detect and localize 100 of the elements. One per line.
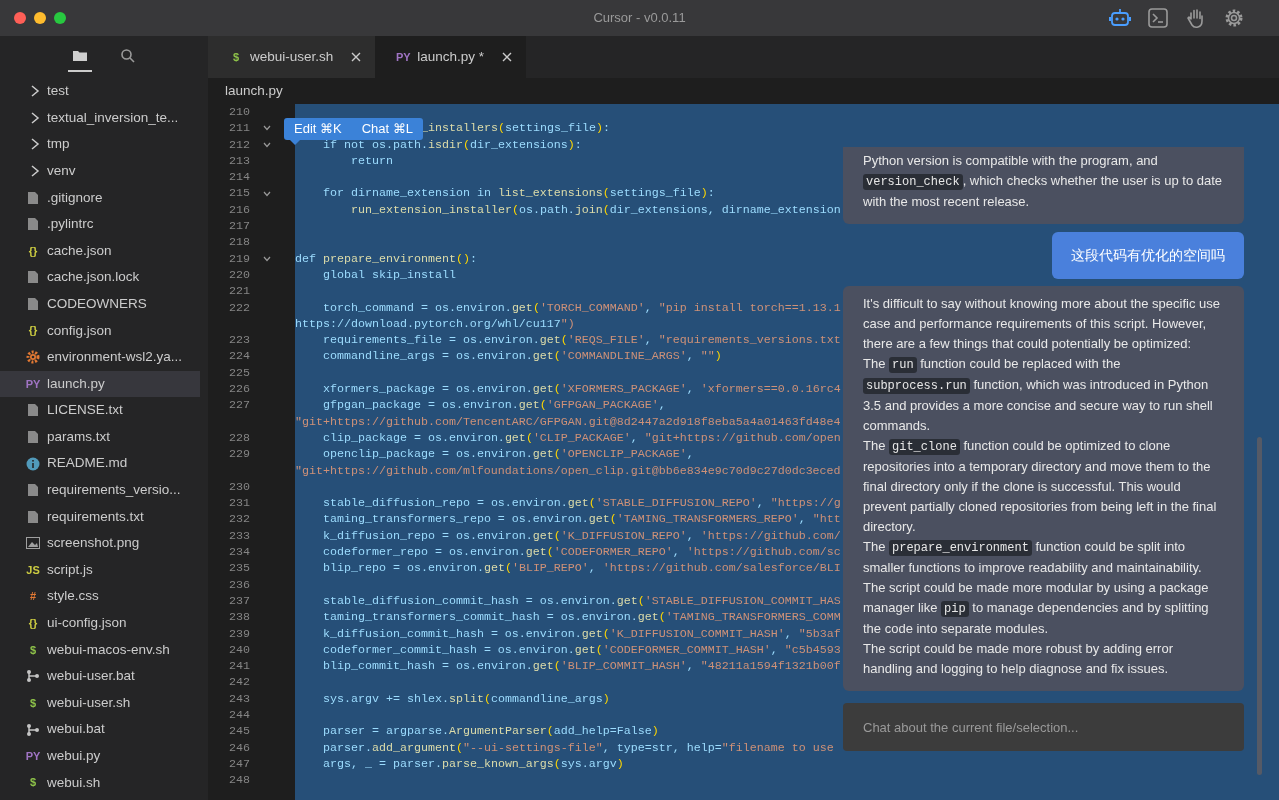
folder-icon — [72, 48, 88, 64]
file-tree-item[interactable]: PY webui.py — [0, 742, 200, 770]
file-tree-item[interactable]: $ webui-user.sh — [0, 689, 200, 717]
branch-icon — [26, 669, 40, 684]
line-number: 238 — [228, 609, 250, 626]
file-name: webui-macos-env.sh — [47, 640, 170, 659]
file-tree-item[interactable]: .pylintrc — [0, 210, 200, 238]
line-number: 223 — [228, 332, 250, 349]
code-line: run_extension_installer(os.path.join(dir_extensions, dirname_extension — [351, 202, 841, 217]
file-tree-item[interactable]: requirements.txt — [0, 503, 200, 531]
line-number: 211 — [228, 120, 250, 137]
code-line: clip_package = os.environ.get('CLIP_PACKAGE', "git+https://github.com/open — [323, 430, 841, 445]
file-tree-item[interactable]: $ webui-macos-env.sh — [0, 636, 200, 664]
line-number: 217 — [228, 218, 250, 235]
file-tree-item[interactable]: environment-wsl2.ya... — [0, 343, 200, 371]
close-icon[interactable] — [351, 52, 362, 62]
chat-input[interactable]: Chat about the current file/selection... — [843, 703, 1244, 751]
terminal-icon[interactable] — [1147, 7, 1169, 29]
file-type-icon: {} — [25, 614, 41, 632]
code-line: https://download.pytorch.org/whl/cu117") — [295, 316, 575, 331]
editor-tab[interactable]: $ webui-user.sh — [208, 36, 376, 78]
code-line: args, _ = parser.parse_known_args(sys.argv) — [323, 756, 624, 771]
code-line: _installers(settings_file): — [421, 121, 610, 136]
branch-icon — [26, 722, 40, 737]
line-number: 236 — [228, 576, 250, 593]
chevron-right-icon — [30, 85, 40, 98]
file-tree-item[interactable]: PY launch.py — [0, 370, 200, 398]
breadcrumb[interactable]: launch.py — [225, 80, 283, 102]
window-title: Cursor - v0.0.11 — [592, 9, 687, 28]
file-name: screenshot.png — [47, 534, 140, 553]
code-line: codeformer_commit_hash = os.environ.get('CODEFORMER_COMMIT_HASH', "c5b4593 — [323, 642, 841, 657]
line-number: 213 — [228, 152, 250, 170]
line-number: 229 — [228, 446, 250, 463]
file-icon — [27, 403, 39, 418]
file-type-icon: {} — [25, 242, 41, 260]
file-icon — [27, 190, 39, 205]
file-tree-item[interactable]: {} ui-config.json — [0, 609, 200, 637]
file-name: tmp — [47, 135, 70, 154]
chevron-right-icon — [30, 138, 40, 151]
robot-icon[interactable] — [1109, 7, 1131, 29]
file-name: CODEOWNERS — [47, 294, 147, 313]
scrollbar-thumb[interactable] — [1257, 437, 1262, 775]
code-line: "git+https://github.com/mlfoundations/open_clip.git@bb6e834e9c70d9c27d0dc3eced — [295, 463, 841, 478]
file-tree-item[interactable]: webui-user.bat — [0, 663, 200, 690]
message-paragraph: It's difficult to say without knowing more about the specific use case and performance requirements of this script. However, there are a few things that could potentially be optimized: — [863, 295, 1222, 353]
file-icon — [27, 217, 39, 232]
file-name: webui.bat — [47, 720, 105, 739]
file-tree-item[interactable]: webui.bat — [0, 716, 200, 743]
line-number: 218 — [228, 234, 250, 251]
file-icon — [27, 430, 39, 444]
file-tree-item[interactable]: {} config.json — [0, 317, 200, 344]
file-tree-item[interactable]: README.md — [0, 450, 200, 477]
file-tree-item[interactable]: params.txt — [0, 423, 200, 451]
line-number: 242 — [228, 674, 250, 691]
file-tree-item[interactable]: {} cache.json — [0, 237, 200, 265]
line-number: 227 — [228, 397, 250, 414]
file-name: requirements.txt — [47, 507, 144, 526]
file-type-icon: $ — [25, 694, 41, 712]
line-number: 224 — [228, 348, 250, 365]
close-icon[interactable] — [502, 52, 513, 62]
image-icon — [26, 537, 40, 550]
fold-chevron-icon[interactable] — [263, 141, 271, 148]
file-tree-item[interactable]: tmp — [0, 131, 200, 158]
file-type-icon: # — [25, 588, 41, 605]
file-tree-item[interactable]: # style.css — [0, 583, 200, 610]
file-tree-item[interactable]: venv — [0, 157, 200, 185]
file-tree-item[interactable]: .gitignore — [0, 184, 200, 211]
window-control-icon — [54, 12, 66, 24]
popup-button[interactable]: Edit ⌘K — [284, 118, 352, 140]
file-name: test — [47, 82, 69, 101]
line-number: 243 — [228, 690, 250, 707]
file-tree-item[interactable]: cache.json.lock — [0, 264, 200, 291]
line-number: 234 — [228, 544, 250, 561]
line-number: 241 — [228, 658, 250, 675]
file-tree-item[interactable]: $ webui.sh — [0, 769, 200, 797]
line-number: 221 — [228, 283, 250, 300]
file-tree-item[interactable]: requirements_versio... — [0, 476, 200, 504]
code-line: sys.argv += shlex.split(commandline_args) — [323, 691, 610, 706]
file-tree-item[interactable]: JS script.js — [0, 556, 200, 584]
file-tree-item[interactable]: textual_inversion_te... — [0, 104, 200, 132]
file-name: cache.json.lock — [47, 268, 140, 287]
file-tree-item[interactable]: CODEOWNERS — [0, 290, 200, 318]
code-line: return — [351, 153, 393, 168]
fold-chevron-icon[interactable] — [263, 125, 271, 132]
chevron-right-icon — [30, 111, 40, 124]
fold-chevron-icon[interactable] — [263, 190, 271, 197]
fold-chevron-icon[interactable] — [263, 255, 271, 262]
file-type-icon: PY — [25, 747, 41, 765]
file-icon — [27, 297, 39, 312]
editor-tab[interactable]: PY launch.py * — [375, 36, 527, 78]
message-paragraph: The git_clone function could be optimized to clone repositories into a temporary directory and move them to the final directory only if the clone is successful. This would prevent partially cloned repositories from being left in the final directory. — [863, 437, 1218, 536]
code-line: parser.add_argument("--ui-settings-file", type=str, help="filename to use — [323, 740, 834, 755]
file-name: requirements_versio... — [47, 481, 181, 500]
file-tree-item[interactable]: screenshot.png — [0, 530, 200, 557]
code-line: taming_transformers_repo = os.environ.get('TAMING_TRANSFORMERS_REPO', "htt — [323, 512, 841, 527]
file-tree-item[interactable]: LICENSE.txt — [0, 397, 200, 424]
file-tree-item[interactable]: test — [0, 78, 200, 105]
settings-icon[interactable] — [1223, 7, 1245, 29]
message-paragraph: The script could be made more modular by using a package manager like pip to manage dependencies and by splitting the code into separate modules. — [863, 579, 1210, 638]
popup-button[interactable]: Chat ⌘L — [351, 118, 423, 140]
